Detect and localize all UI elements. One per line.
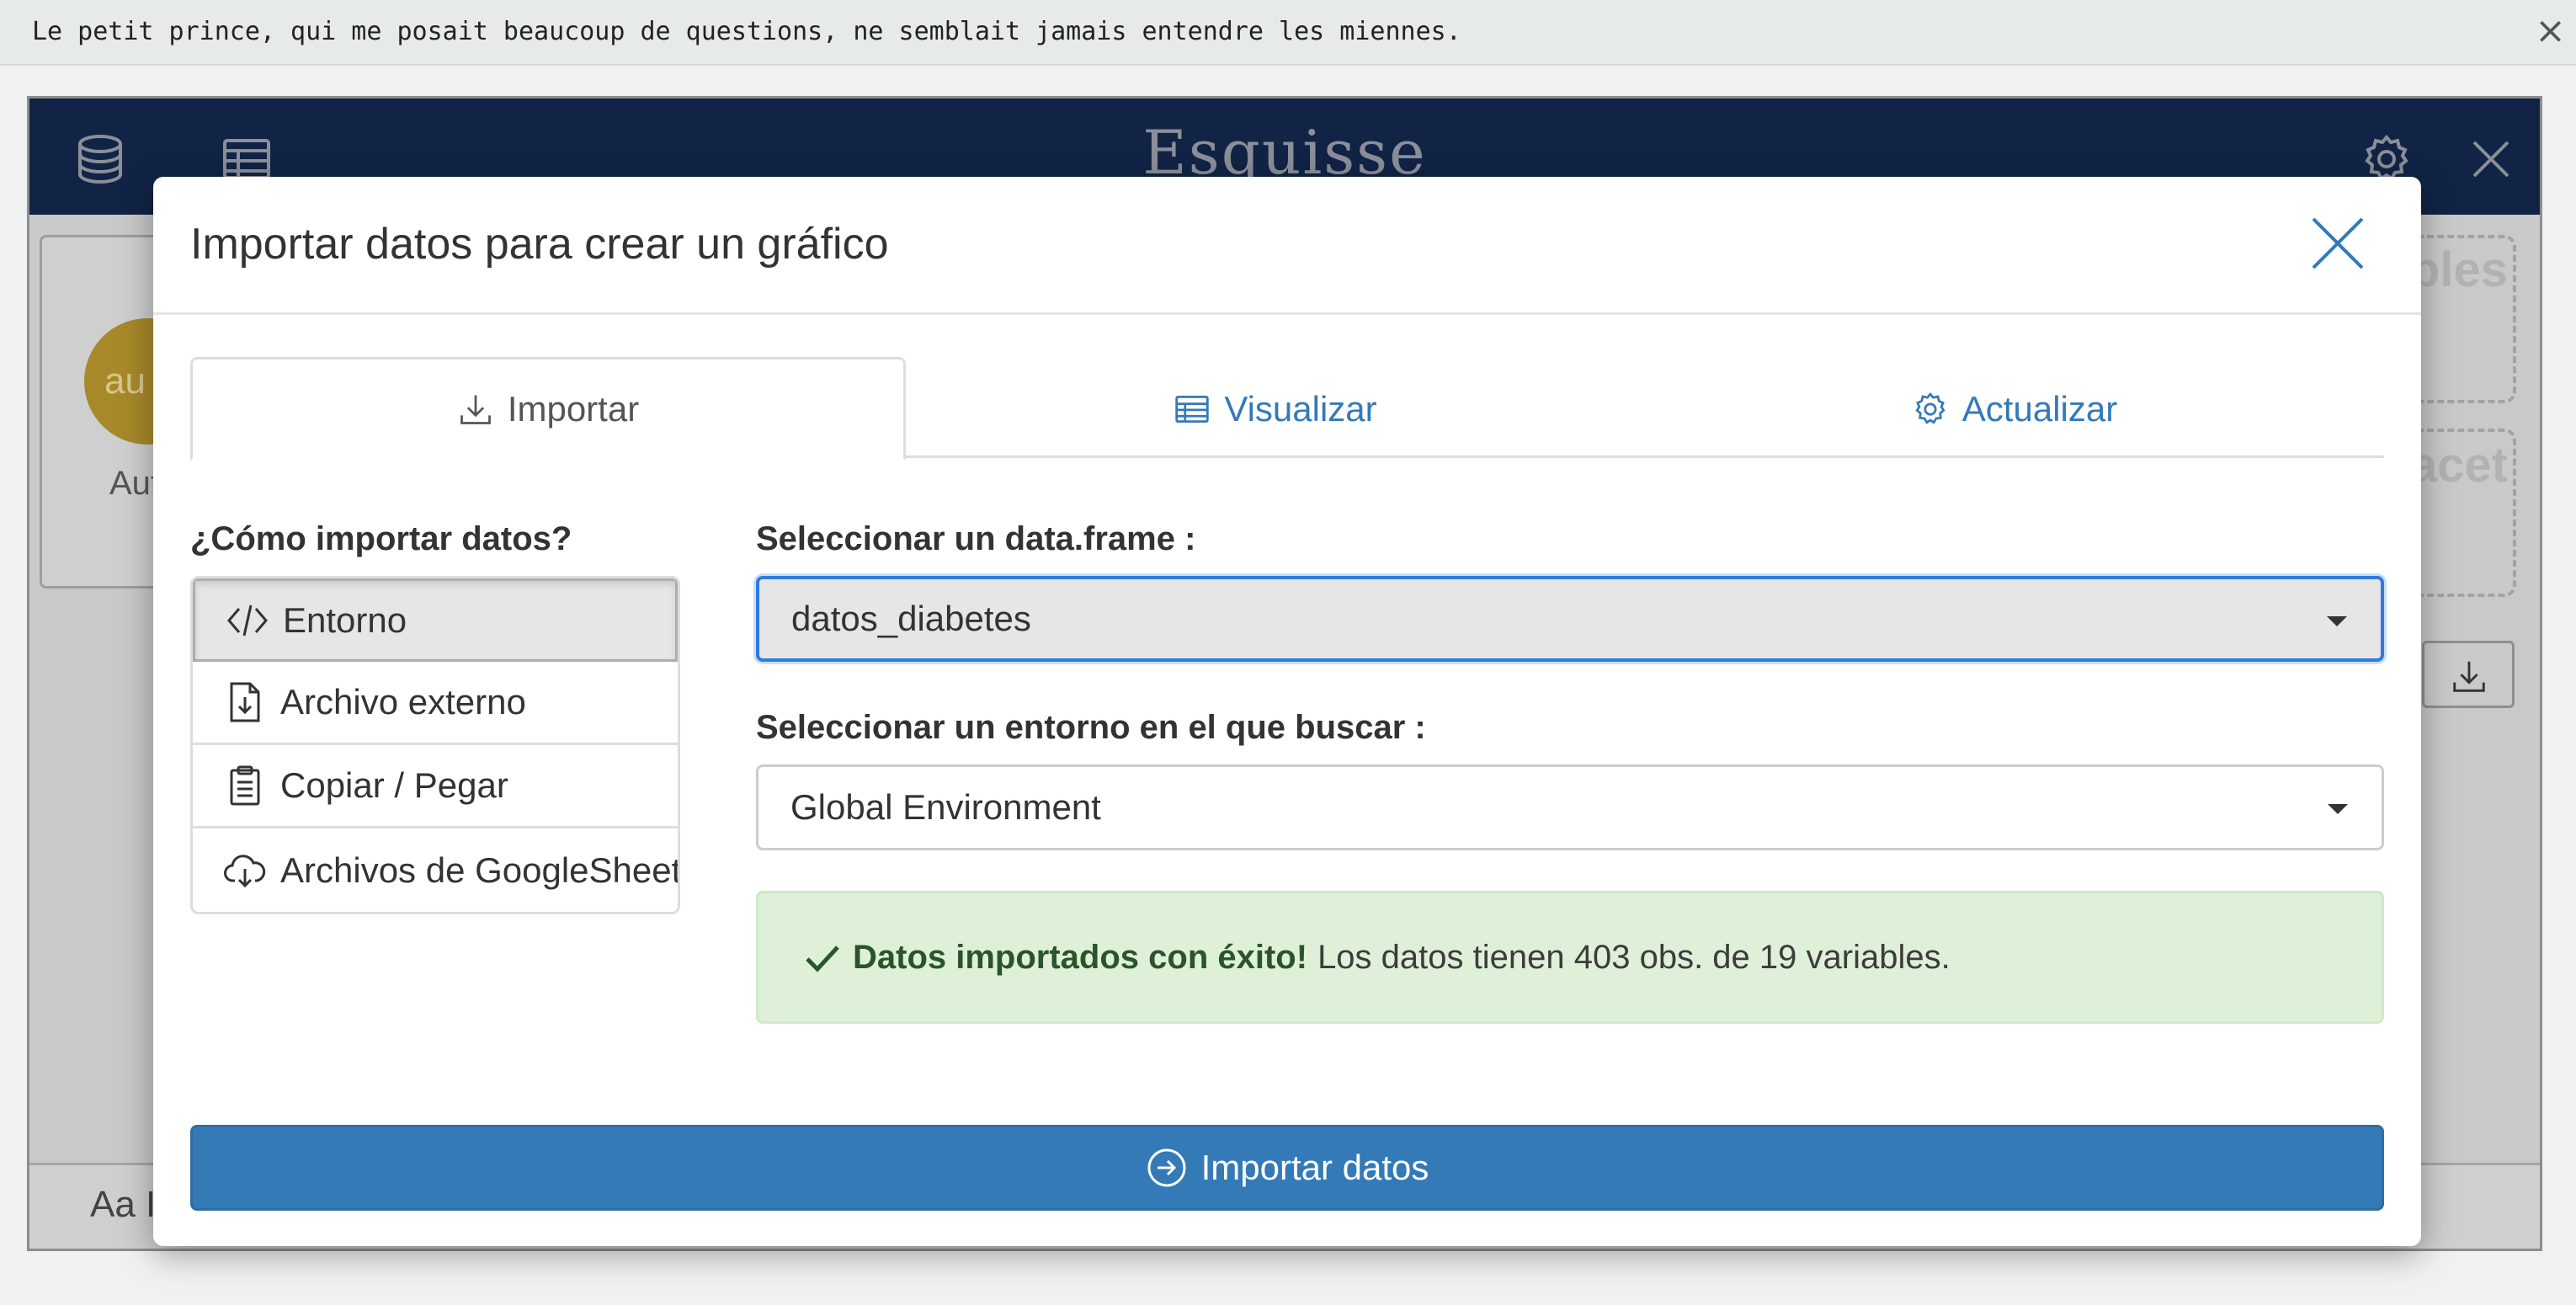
import-data-button[interactable]: Importar datos: [190, 1125, 2384, 1211]
tab-actualizar[interactable]: Actualizar: [1645, 357, 2384, 461]
tab-importar[interactable]: Importar: [190, 357, 906, 461]
notification-close-button[interactable]: ×: [2535, 10, 2566, 52]
close-icon[interactable]: [2464, 132, 2518, 186]
modal-tabs: Importar Visualizar Actualizar: [190, 357, 2384, 461]
cloud-download-icon: [224, 854, 266, 887]
code-icon: [227, 605, 268, 636]
modal-close-icon[interactable]: [2307, 212, 2369, 274]
table-icon: [1175, 395, 1210, 423]
import-method-list: Entorno Archivo externo Copiar / Pegar A…: [190, 576, 680, 914]
environment-select[interactable]: Global Environment: [756, 764, 2384, 850]
method-copiar-pegar[interactable]: Copiar / Pegar: [193, 745, 678, 828]
notification-text: Le petit prince, qui me posait beaucoup …: [32, 17, 1461, 46]
environment-select-label: Seleccionar un entorno en el que buscar …: [756, 709, 1426, 746]
modal-title: Importar datos para crear un gráfico: [190, 220, 889, 269]
alert-strong-text: Datos importados con éxito!: [853, 938, 1308, 976]
download-icon: [2453, 661, 2485, 692]
notification-bar: Le petit prince, qui me posait beaucoup …: [0, 0, 2576, 66]
import-data-modal: Importar datos para crear un gráfico Imp…: [153, 177, 2421, 1246]
download-icon: [460, 395, 491, 424]
modal-header: Importar datos para crear un gráfico: [153, 177, 2421, 315]
dataframe-select[interactable]: datos_diabetes: [756, 576, 2384, 662]
import-success-alert: Datos importados con éxito! Los datos ti…: [756, 891, 2384, 1024]
file-import-icon: [230, 682, 260, 722]
method-archivo-externo[interactable]: Archivo externo: [193, 662, 678, 745]
caret-down-icon: [2327, 616, 2347, 626]
dataframe-select-value: datos_diabetes: [791, 599, 1031, 638]
method-entorno[interactable]: Entorno: [193, 578, 678, 662]
method-googlesheet[interactable]: Archivos de GoogleSheet: [193, 828, 678, 912]
background-download-button[interactable]: [2422, 641, 2515, 708]
gear-icon: [1915, 392, 1945, 424]
caret-down-icon: [2328, 804, 2348, 814]
dataframe-select-label: Seleccionar un data.frame :: [756, 520, 1196, 557]
tab-visualizar[interactable]: Visualizar: [906, 357, 1645, 461]
import-method-label: ¿Cómo importar datos?: [190, 520, 572, 557]
arrow-circle-right-icon: [1147, 1148, 1186, 1187]
environment-select-value: Global Environment: [790, 787, 1101, 827]
clipboard-icon: [230, 765, 260, 806]
check-icon: [806, 945, 839, 972]
alert-detail-text: Los datos tienen 403 obs. de 19 variable…: [1317, 938, 1951, 976]
